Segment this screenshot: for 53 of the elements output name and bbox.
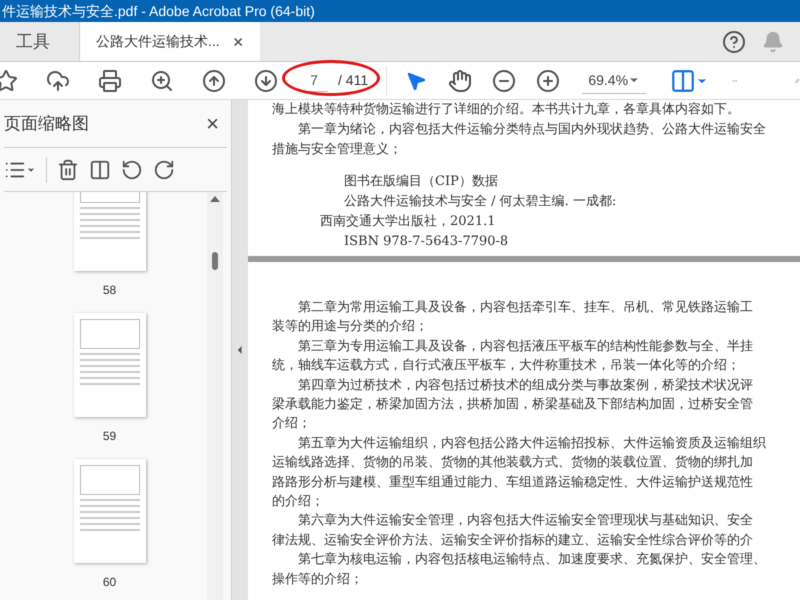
document-text-line: 梁承载能力鉴定，桥梁加固方法，拱桥加固，桥梁基础及下部结构加固，过桥安全管 <box>272 396 754 414</box>
rotate-right-icon[interactable] <box>153 158 175 180</box>
page-total: / 411 <box>338 71 368 90</box>
page-thumbnail[interactable] <box>74 459 146 563</box>
tab[interactable]: 公路大件运输技术... <box>80 22 260 61</box>
panel-title: 页面缩略图 <box>4 112 89 135</box>
zoom-dropdown[interactable]: 69.4% <box>582 68 646 94</box>
zoom-out-icon[interactable] <box>492 68 516 92</box>
insert-page-icon[interactable] <box>89 158 111 180</box>
tab-label: 工具 <box>16 30 50 53</box>
page-number-label: 58 <box>102 282 116 299</box>
search-icon[interactable] <box>150 68 174 92</box>
zoom-in-icon[interactable] <box>536 68 560 92</box>
cip-text-line: 公路大件运输技术与安全 / 何太碧主编. 一成都: <box>344 193 618 211</box>
delete-icon[interactable] <box>57 158 79 180</box>
document-text-line: 第四章为过桥技术，内容包括过桥技术的组成分类与事故案例，桥梁技术状况评 <box>297 376 754 395</box>
document-text-line: 第一章为绪论，内容包括大件运输分类特点与国内外现状趋势、公路大件运输安全 <box>297 121 767 139</box>
page-number-field[interactable]: 7 <box>300 70 328 92</box>
rotate-left-icon[interactable] <box>121 158 143 180</box>
document-text-line: 第五章为大件运输组织，内容包括公路大件运输招投标、大件运输资质及运输组织 <box>297 434 767 453</box>
star-icon[interactable] <box>0 68 18 92</box>
document-text-line: 第二章为常用运输工具及设备，内容包括牵引车、挂车、吊机、常见铁路运输工 <box>297 299 754 317</box>
page-number-label: 60 <box>102 574 116 591</box>
cip-text-line: 西南交通大学出版社，2021.1 <box>320 213 496 231</box>
document-text-line: 装等的用途与分类的介绍； <box>272 318 429 336</box>
document-text-line: 措施与安全管理意义； <box>272 141 403 159</box>
window-title: 件运输技术与安全.pdf - Adobe Acrobat Pro (64-bit) <box>1 2 315 21</box>
previous-page-icon[interactable] <box>202 68 226 92</box>
next-page-icon[interactable] <box>254 68 278 92</box>
page-thumbnail[interactable] <box>74 313 146 417</box>
help-icon[interactable] <box>722 30 746 54</box>
page-number-label: 59 <box>102 428 116 445</box>
document-text-line: 操作等的介绍； <box>272 570 364 589</box>
document-text-line: 介绍； <box>272 415 312 434</box>
cip-text-line: ISBN 978-7-5643-7790-8 <box>344 233 510 251</box>
document-text-line: 海上模块等特种货物运输进行了详细的介绍。本书共计九章，各章具体内容如下。 <box>272 101 741 119</box>
document-text-line: 运输线路选择、货物的吊装、货物的其他装载方式、货物的装载位置、货物的绑扎加 <box>272 454 754 472</box>
scrollbar[interactable] <box>207 192 223 600</box>
fit-page-icon <box>670 68 696 94</box>
cip-text-line: 图书在版编目（CIP）数据 <box>344 173 499 191</box>
document-text-line: 第六章为大件运输安全管理，内容包括大件运输安全管理现状与基础知识、安全 <box>297 512 754 530</box>
fit-page-button[interactable] <box>670 68 708 94</box>
document-text-line: 路路形分析与建模、重型车组通过能力、车组道路运输稳定性、大件运输护送规范性 <box>272 474 754 492</box>
document-text-line: 第三章为专用运输工具及设备，内容包括液压平板车的结构性能参数与全、半挂 <box>297 338 754 356</box>
page-thumbnail[interactable] <box>74 192 146 271</box>
close-button[interactable]: × <box>206 107 219 140</box>
document-text-line: 统，轴线车运载方式，自行式液压平板车，大件称重技术，吊装一体化等的介绍； <box>272 357 741 376</box>
tab-label: 公路大件运输技术... <box>96 32 220 51</box>
document-text-line: 律法规、运输安全评价方法、运输安全评价指标的建立、运输安全性综合评价等的介 <box>272 532 754 550</box>
print-icon[interactable] <box>98 68 122 92</box>
document-text-line: 的介绍； <box>272 493 325 512</box>
cloud-upload-icon[interactable] <box>46 68 70 92</box>
document-text-line: 第七章为核电运输，内容包括核电运输特点、加速度要求、充氮保护、安全管理、 <box>297 551 767 570</box>
